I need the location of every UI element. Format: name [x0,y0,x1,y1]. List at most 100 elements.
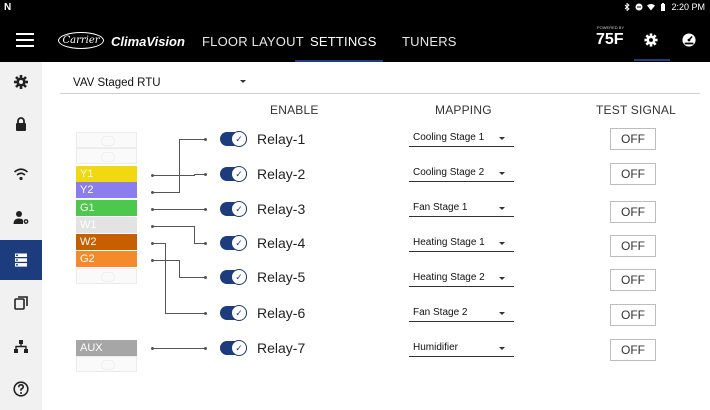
relay-5-label: Relay-5 [257,269,306,285]
tab-settings-indicator [295,60,383,62]
tab-settings[interactable]: SETTINGS [310,34,377,49]
wifi-icon [647,4,656,11]
sidebar-item-help[interactable] [0,369,42,409]
tab-floor-layout[interactable]: FLOOR LAYOUT [202,34,304,49]
chevron-down-icon[interactable] [499,207,505,210]
chevron-down-icon[interactable] [499,172,505,175]
wifi-icon [13,168,29,181]
relay-4-test-signal-button[interactable]: OFF [610,235,656,257]
relay-2-test-signal-button[interactable]: OFF [610,163,656,185]
relay-7-toggle[interactable]: ✓ [220,340,247,356]
chevron-down-icon[interactable] [499,312,505,315]
equipment-select[interactable]: VAV Staged RTU [73,77,161,89]
chevron-down-icon[interactable] [499,137,505,140]
relay-3-toggle[interactable]: ✓ [220,201,247,217]
wire-dot [204,347,207,350]
terminal-w1: W1 [76,217,137,233]
relay-3-label: Relay-3 [257,201,306,217]
relay-5-test-signal-button[interactable]: OFF [610,269,656,291]
logo-75f: 75F [596,31,624,48]
terminal-placeholder [76,148,137,164]
status-time: 2:20 PM [671,2,705,12]
wire [153,175,195,176]
terminal-aux: AUX [76,340,137,356]
sidebar-item-equipment[interactable] [0,240,42,280]
hamburger-menu-icon[interactable] [16,33,34,47]
terminal-w2: W2 [76,234,137,250]
terminal-placeholder [76,132,137,148]
relay-4-toggle[interactable]: ✓ [220,235,247,251]
brand-name: ClimaVision [111,34,185,49]
terminal-g1: G1 [76,200,137,216]
sidebar-item-network[interactable] [0,326,42,366]
sidebar-item-settings[interactable] [0,62,42,102]
relay-3-test-signal-button[interactable]: OFF [610,201,656,223]
terminal-y2: Y2 [76,182,137,198]
relay-6-toggle[interactable]: ✓ [220,305,247,321]
relay-2-toggle[interactable]: ✓ [220,166,247,182]
wire-dot [204,312,207,315]
relay-1-toggle[interactable]: ✓ [220,131,247,147]
sidebar-item-user-settings[interactable] [0,197,42,237]
relay-7-test-signal-button[interactable]: OFF [610,339,656,361]
network-icon [14,340,28,353]
wire-dot [204,173,207,176]
chevron-down-icon[interactable] [499,277,505,280]
status-bar: N 2:20 PM [0,0,710,16]
sidebar-item-security[interactable] [0,104,42,144]
wire-dot [204,276,207,279]
column-header-test-signal: TEST SIGNAL [596,103,677,117]
tab-tuners[interactable]: TUNERS [402,34,457,49]
terminal-placeholder [76,356,137,372]
gear-icon [14,75,28,89]
wire [153,260,180,261]
wire [179,139,180,193]
check-icon: ✓ [231,340,247,356]
equipment-list-icon [15,253,27,267]
check-icon: ✓ [231,235,247,251]
settings-icon-indicator [634,59,670,61]
wire [153,348,205,349]
chevron-down-icon[interactable] [499,242,505,245]
relay-6-test-signal-button[interactable]: OFF [610,304,656,326]
wire [153,209,205,210]
app-bar: Carrier ClimaVision FLOOR LAYOUT SETTING… [0,16,710,62]
help-icon [13,381,29,397]
wire-dot [204,138,207,141]
wire [179,139,205,140]
wire-dot [204,242,207,245]
n-logo-icon: N [4,2,12,13]
wire [194,226,195,244]
column-header-mapping: MAPPING [435,103,492,117]
relay-1-test-signal-button[interactable]: OFF [610,128,656,150]
powered-by-label: POWERED BY [597,25,625,30]
check-icon: ✓ [231,201,247,217]
relay-5-toggle[interactable]: ✓ [220,269,247,285]
wire [165,243,166,314]
wire [179,260,180,278]
column-header-enable: ENABLE [270,103,319,117]
relay-4-label: Relay-4 [257,235,306,251]
sidebar-item-copy[interactable] [0,283,42,323]
gear-icon[interactable] [644,33,658,47]
check-icon: ✓ [231,131,247,147]
lock-icon [16,117,26,131]
user-settings-icon [13,211,29,224]
chevron-down-icon[interactable] [240,80,246,83]
minus-circle-icon [635,3,643,11]
wire [165,313,205,314]
check-icon: ✓ [231,166,247,182]
gauge-icon[interactable] [682,33,696,47]
status-icons: 2:20 PM [623,2,705,12]
relay-1-label: Relay-1 [257,131,306,147]
sidebar-item-wifi[interactable] [0,154,42,194]
check-icon: ✓ [231,305,247,321]
relay-7-label: Relay-7 [257,340,306,356]
chevron-down-icon[interactable] [499,347,505,350]
wire [153,226,195,227]
carrier-logo: Carrier [58,32,104,49]
bluetooth-icon [625,3,631,11]
relay-2-label: Relay-2 [257,166,306,182]
copy-icon [14,296,28,310]
terminal-g2: G2 [76,251,137,267]
